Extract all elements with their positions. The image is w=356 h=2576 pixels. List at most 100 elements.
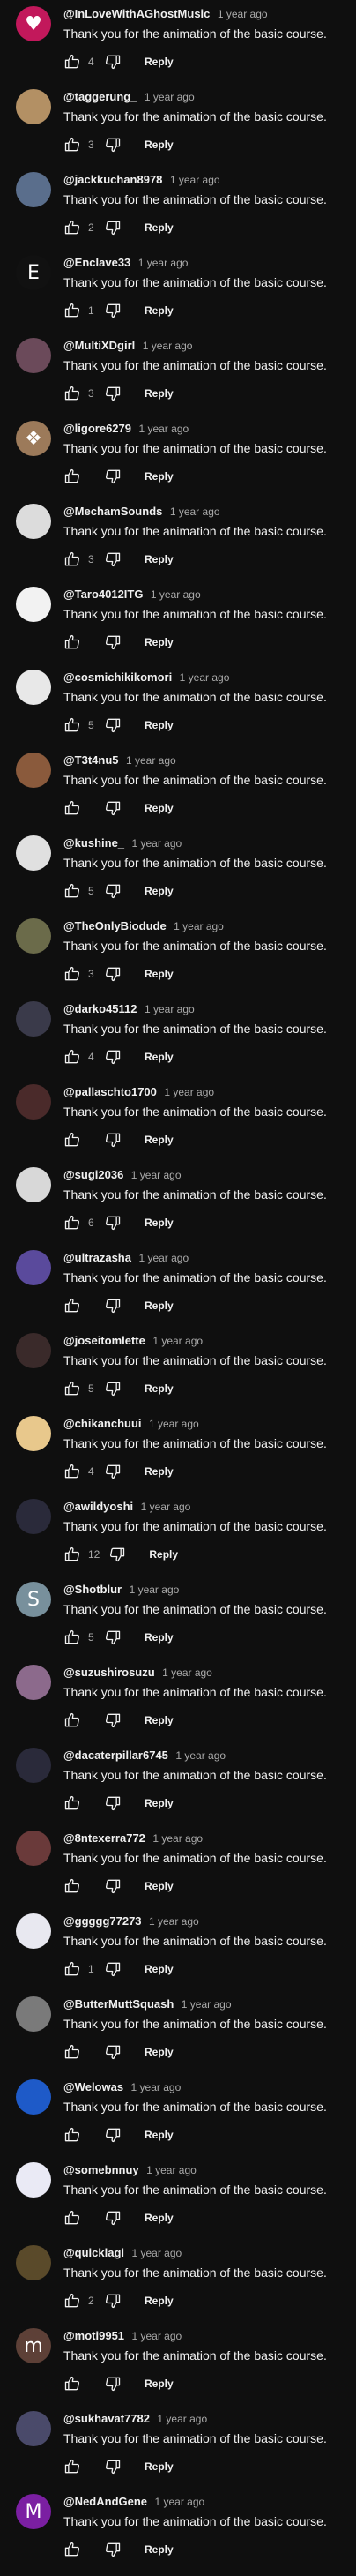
avatar[interactable] bbox=[16, 1913, 51, 1949]
author-name[interactable]: @ggggg77273 bbox=[63, 1914, 142, 1928]
reply-button[interactable]: Reply bbox=[134, 960, 184, 988]
reply-button[interactable]: Reply bbox=[134, 794, 184, 822]
timestamp[interactable]: 1 year ago bbox=[146, 2164, 197, 2176]
dislike-button[interactable] bbox=[99, 1292, 127, 1320]
reply-button[interactable]: Reply bbox=[134, 2121, 184, 2149]
avatar[interactable] bbox=[16, 2162, 51, 2198]
author-name[interactable]: @awildyoshi bbox=[63, 1500, 133, 1513]
reply-button[interactable]: Reply bbox=[134, 2535, 184, 2564]
timestamp[interactable]: 1 year ago bbox=[145, 91, 195, 103]
timestamp[interactable]: 1 year ago bbox=[218, 8, 268, 20]
author-name[interactable]: @Welowas bbox=[63, 2080, 123, 2093]
like-button[interactable] bbox=[58, 1043, 86, 1071]
timestamp[interactable]: 1 year ago bbox=[157, 2413, 207, 2425]
reply-button[interactable]: Reply bbox=[134, 379, 184, 408]
avatar[interactable] bbox=[16, 504, 51, 539]
avatar[interactable]: ♥ bbox=[16, 6, 51, 41]
avatar[interactable] bbox=[16, 835, 51, 871]
like-button[interactable] bbox=[58, 2038, 86, 2066]
author-name[interactable]: @moti9951 bbox=[63, 2329, 124, 2342]
timestamp[interactable]: 1 year ago bbox=[130, 1584, 180, 1596]
avatar[interactable] bbox=[16, 753, 51, 788]
dislike-button[interactable] bbox=[99, 1209, 127, 1237]
dislike-button[interactable] bbox=[99, 48, 127, 76]
like-button[interactable] bbox=[58, 545, 86, 573]
avatar[interactable] bbox=[16, 918, 51, 954]
timestamp[interactable]: 1 year ago bbox=[152, 1832, 203, 1845]
avatar[interactable] bbox=[16, 2079, 51, 2115]
like-button[interactable] bbox=[58, 48, 86, 76]
dislike-button[interactable] bbox=[99, 296, 127, 325]
timestamp[interactable]: 1 year ago bbox=[131, 2247, 182, 2259]
reply-button[interactable]: Reply bbox=[134, 2204, 184, 2232]
like-button[interactable] bbox=[58, 2204, 86, 2232]
avatar[interactable] bbox=[16, 338, 51, 373]
timestamp[interactable]: 1 year ago bbox=[170, 505, 220, 518]
like-button[interactable] bbox=[58, 711, 86, 739]
author-name[interactable]: @ligore6279 bbox=[63, 422, 131, 435]
author-name[interactable]: @joseitomlette bbox=[63, 1334, 145, 1347]
like-button[interactable] bbox=[58, 1540, 86, 1569]
timestamp[interactable]: 1 year ago bbox=[145, 1003, 195, 1015]
timestamp[interactable]: 1 year ago bbox=[143, 340, 193, 352]
like-button[interactable] bbox=[58, 2121, 86, 2149]
like-button[interactable] bbox=[58, 1374, 86, 1403]
timestamp[interactable]: 1 year ago bbox=[138, 423, 189, 435]
reply-button[interactable]: Reply bbox=[134, 1374, 184, 1403]
like-button[interactable] bbox=[58, 1292, 86, 1320]
avatar[interactable] bbox=[16, 1333, 51, 1368]
dislike-button[interactable] bbox=[103, 1540, 131, 1569]
like-button[interactable] bbox=[58, 1955, 86, 1983]
dislike-button[interactable] bbox=[99, 711, 127, 739]
dislike-button[interactable] bbox=[99, 1872, 127, 1900]
dislike-button[interactable] bbox=[99, 2038, 127, 2066]
dislike-button[interactable] bbox=[99, 1789, 127, 1817]
dislike-button[interactable] bbox=[99, 1043, 127, 1071]
avatar[interactable] bbox=[16, 587, 51, 622]
reply-button[interactable]: Reply bbox=[134, 213, 184, 242]
reply-button[interactable]: Reply bbox=[134, 1043, 184, 1071]
like-button[interactable] bbox=[58, 2452, 86, 2481]
avatar[interactable] bbox=[16, 1499, 51, 1534]
author-name[interactable]: @somebnnuy bbox=[63, 2163, 139, 2176]
dislike-button[interactable] bbox=[99, 545, 127, 573]
author-name[interactable]: @Shotblur bbox=[63, 1583, 122, 1596]
dislike-button[interactable] bbox=[99, 1457, 127, 1486]
author-name[interactable]: @taggerung_ bbox=[63, 90, 137, 103]
like-button[interactable] bbox=[58, 379, 86, 408]
avatar[interactable] bbox=[16, 1831, 51, 1866]
author-name[interactable]: @InLoveWithAGhostMusic bbox=[63, 7, 210, 20]
dislike-button[interactable] bbox=[99, 2452, 127, 2481]
avatar[interactable]: E bbox=[16, 255, 51, 290]
avatar[interactable] bbox=[16, 89, 51, 124]
dislike-button[interactable] bbox=[99, 379, 127, 408]
timestamp[interactable]: 1 year ago bbox=[170, 174, 220, 186]
avatar[interactable]: M bbox=[16, 2494, 51, 2529]
like-button[interactable] bbox=[58, 1457, 86, 1486]
dislike-button[interactable] bbox=[99, 2121, 127, 2149]
like-button[interactable] bbox=[58, 1789, 86, 1817]
reply-button[interactable]: Reply bbox=[134, 1872, 184, 1900]
avatar[interactable] bbox=[16, 1665, 51, 1700]
author-name[interactable]: @cosmichikikomori bbox=[63, 670, 172, 684]
dislike-button[interactable] bbox=[99, 960, 127, 988]
like-button[interactable] bbox=[58, 213, 86, 242]
timestamp[interactable]: 1 year ago bbox=[138, 257, 189, 269]
timestamp[interactable]: 1 year ago bbox=[132, 2330, 182, 2342]
like-button[interactable] bbox=[58, 462, 86, 490]
dislike-button[interactable] bbox=[99, 2535, 127, 2564]
reply-button[interactable]: Reply bbox=[134, 545, 184, 573]
author-name[interactable]: @ButterMuttSquash bbox=[63, 1997, 174, 2011]
avatar[interactable] bbox=[16, 1416, 51, 1451]
author-name[interactable]: @pallaschto1700 bbox=[63, 1085, 157, 1098]
dislike-button[interactable] bbox=[99, 1126, 127, 1154]
author-name[interactable]: @chikanchuui bbox=[63, 1417, 142, 1430]
avatar[interactable]: m bbox=[16, 2328, 51, 2363]
author-name[interactable]: @NedAndGene bbox=[63, 2495, 147, 2508]
avatar[interactable] bbox=[16, 2245, 51, 2280]
avatar[interactable] bbox=[16, 1748, 51, 1783]
reply-button[interactable]: Reply bbox=[134, 1209, 184, 1237]
avatar[interactable] bbox=[16, 1250, 51, 1285]
avatar[interactable] bbox=[16, 1167, 51, 1202]
author-name[interactable]: @jackkuchan8978 bbox=[63, 173, 162, 186]
